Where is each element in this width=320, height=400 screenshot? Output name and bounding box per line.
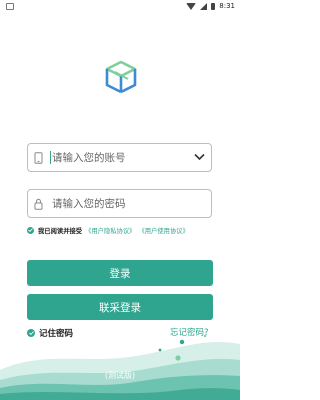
battery-icon: [211, 2, 216, 10]
signal-icon: [200, 2, 208, 10]
password-field[interactable]: [27, 189, 212, 218]
password-input[interactable]: [52, 190, 192, 217]
agreement-checkbox[interactable]: [27, 226, 34, 234]
decorative-waves: [0, 334, 240, 400]
usage-agreement-link[interactable]: 《用户使用协议》: [138, 226, 188, 235]
status-time: 8:31: [219, 2, 235, 10]
text-cursor: [50, 151, 51, 164]
app-logo: [105, 60, 137, 94]
check-icon: [28, 331, 34, 335]
agreement-row: 我已阅读并接受 《用户隐私协议》 《用户使用协议》: [27, 225, 189, 235]
version-label: (测试版): [104, 371, 136, 380]
login-button[interactable]: 登录: [27, 260, 213, 286]
notification-icon: [6, 3, 14, 10]
chevron-down-icon[interactable]: [194, 153, 205, 161]
remember-password[interactable]: 记住密码: [27, 327, 73, 339]
wifi-icon: [186, 2, 197, 10]
remember-label: 记住密码: [39, 329, 74, 339]
status-bar: 8:31: [0, 0, 240, 14]
account-input[interactable]: [52, 144, 192, 171]
phone-icon: [34, 152, 43, 164]
privacy-agreement-link[interactable]: 《用户隐私协议》: [85, 226, 135, 235]
check-icon: [28, 228, 33, 232]
agreement-text: 我已阅读并接受: [38, 227, 83, 235]
joint-login-button[interactable]: 联采登录: [27, 294, 213, 320]
remember-checkbox[interactable]: [27, 329, 35, 337]
status-icons: 8:31: [186, 2, 235, 10]
account-field[interactable]: [27, 143, 212, 172]
forgot-password-link[interactable]: 忘记密码?: [170, 326, 209, 338]
lock-icon: [34, 198, 43, 210]
